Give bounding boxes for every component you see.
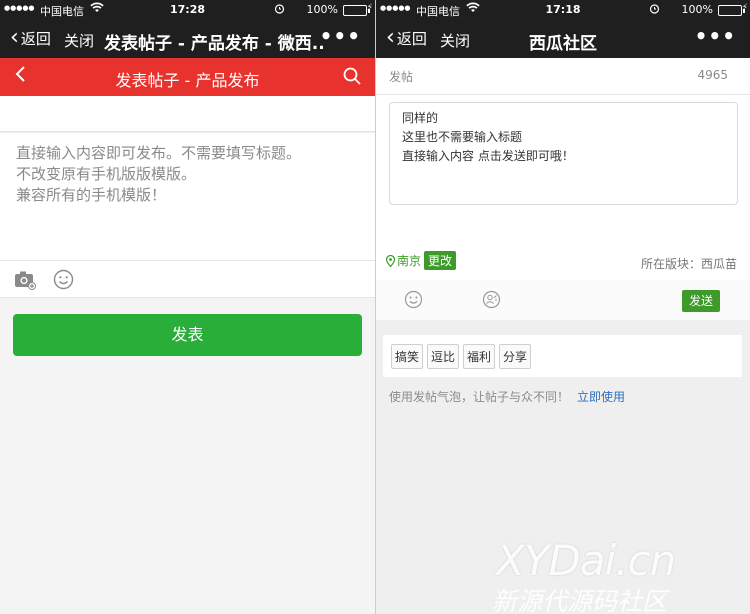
placeholder-line: 不改变原有手机版版模版。 [16,165,197,183]
use-now-link[interactable]: 立即使用 [577,390,625,404]
battery-percent: 100% [306,3,338,16]
battery-icon [718,5,745,16]
search-icon[interactable] [343,67,361,85]
more-menu-button[interactable]: ••• [320,24,361,48]
tag-button[interactable]: 逗比 [427,343,460,369]
publish-button[interactable]: 发表 [13,314,362,356]
battery-percent: 100% [681,3,713,16]
left-phone-screen: ●●●●● 中国电信 17:28 100% ⚡ ‹ 返回 关闭 发表帖子 - 产… [0,0,375,614]
forum-header: 发表帖子 - 产品发布 [0,58,375,96]
hint-text: 使用发帖气泡，让帖子与众不同！ [389,390,570,404]
right-phone-screen: ●●●●● 中国电信 17:18 100% ⚡ ‹ 返回 关闭 西瓜社区 •••… [376,0,750,614]
battery-icon [343,5,370,16]
tag-button[interactable]: 搞笑 [391,343,424,369]
post-content-textarea[interactable]: 同样的 这里也不需要输入标题 直接输入内容 点击发送即可哦！ [389,102,738,205]
status-bar: ●●●●● 中国电信 17:28 100% ⚡ [0,0,375,20]
charging-icon: ⚡ [741,3,748,13]
close-button[interactable]: 关闭 [64,30,94,51]
back-button[interactable]: ‹ 返回 [10,27,51,49]
alarm-icon [274,3,285,17]
page-background: 搞笑 逗比 福利 分享 使用发帖气泡，让帖子与众不同！ 立即使用 XYDai.cn… [376,320,750,614]
editor-toolbar [0,260,375,298]
textarea-line: 这里也不需要输入标题 [402,130,523,144]
tag-button[interactable]: 福利 [463,343,496,369]
tag-bar: 搞笑 逗比 福利 分享 [383,335,742,377]
section-divider [376,94,750,95]
location-pin-icon [385,254,396,267]
bubble-hint: 使用发帖气泡，让帖子与众不同！ 立即使用 [389,388,625,405]
location-row: 南京 更改 [385,251,457,270]
content-editor[interactable]: 直接输入内容即可发布。不需要填写标题。 不改变原有手机版版模版。 兼容所有的手机… [0,133,375,260]
textarea-line: 同样的 [402,111,439,125]
location-city: 南京 [397,254,422,268]
post-count: 4965 [697,68,728,82]
placeholder-line: 兼容所有的手机模版！ [16,186,167,204]
status-bar: ●●●●● 中国电信 17:18 100% ⚡ [376,0,750,20]
more-menu-button[interactable]: ••• [695,24,736,48]
board-label: 所在版块：西瓜苗 [640,257,737,271]
wechat-title-bar: ‹ 返回 关闭 发表帖子 - 产品发布 - 微西... ••• [0,20,375,58]
send-button[interactable]: 发送 [682,290,720,312]
post-section: 发帖 4965 同样的 这里也不需要输入标题 直接输入内容 点击发送即可哦！ 南… [376,58,750,280]
textarea-line: 直接输入内容 点击发送即可哦！ [402,149,574,163]
change-location-button[interactable]: 更改 [424,251,457,270]
chevron-left-icon: ‹ [10,25,19,50]
charging-icon: ⚡ [366,3,373,13]
editor-placeholder: 直接输入内容即可发布。不需要填写标题。 不改变原有手机版版模版。 兼容所有的手机… [16,143,301,206]
alarm-icon [649,3,660,17]
placeholder-line: 直接输入内容即可发布。不需要填写标题。 [16,144,302,162]
title-area[interactable] [0,96,375,132]
post-bubble-icon[interactable] [482,290,501,309]
back-label: 返回 [20,29,51,48]
emoji-icon[interactable] [404,290,423,309]
section-label: 发帖 [389,70,414,84]
forum-header-title: 发表帖子 - 产品发布 [115,71,260,90]
camera-icon[interactable] [14,270,36,290]
page-title: 发表帖子 - 产品发布 - 微西... [104,34,326,54]
watermark-logo: XYDai.cn [496,536,676,585]
wechat-title-bar: ‹ 返回 关闭 西瓜社区 ••• [376,20,750,58]
emoji-icon[interactable] [53,269,74,290]
tag-button[interactable]: 分享 [499,343,532,369]
watermark-caption: 新源代源码社区 [492,587,668,614]
post-actions-bar: 发送 [376,280,750,320]
